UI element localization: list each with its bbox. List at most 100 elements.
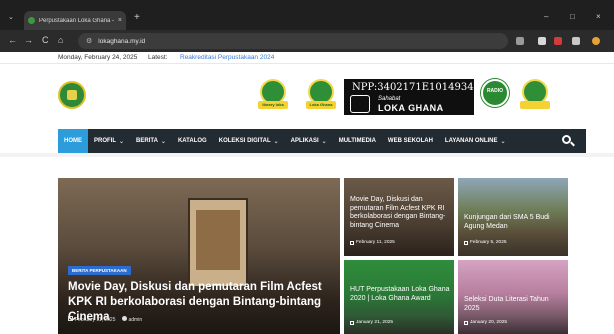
poster-image [188,198,248,288]
chevron-down-icon: ⌄ [160,138,166,145]
badge-label [520,101,550,109]
new-tab-button[interactable]: + [134,12,140,23]
calendar-icon [464,320,468,325]
post-date-text: February 11, 2025 [75,317,116,323]
site-logo[interactable] [58,81,86,109]
post-date: February 11, 2025 [68,316,116,323]
card-title[interactable]: Seleksi Duta Literasi Tahun 2025 [464,296,564,313]
badge-label: Loka Ghana [306,101,336,109]
badge-label: library loka [258,101,288,109]
nav-label: KATALOG [177,138,207,144]
npp-number: NPP:3402171E1014934 [352,82,474,93]
npp-banner: NPP:3402171E1014934 Sahabat LOKA GHANA [344,79,474,115]
browser-tabbar: ⌄ Perpustakaan Loka Ghana – Sl... × + – … [0,0,614,30]
nav-item-home[interactable]: HOME [58,129,88,153]
post-meta: February 11, 2025 admin [68,316,142,323]
address-bar-row: ← → C ⌂ ⚙ lokaghana.my.id [0,30,614,52]
card-date: February 11, 2025 [356,240,395,245]
calendar-icon [68,316,73,321]
nav-item-aplikasi[interactable]: APLIKASI ⌄ [285,129,333,153]
nav-label: APLIKASI [290,138,319,144]
post-author-text: admin [128,317,143,323]
featured-post[interactable]: BERITA PERPUSTAKAAN Movie Day, Diskusi d… [58,178,340,334]
card-title[interactable]: HUT Perpustakaan Loka Ghana 2020 | Loka … [350,286,450,303]
news-card[interactable]: HUT Perpustakaan Loka Ghana 2020 | Loka … [344,260,454,334]
extension-icon[interactable] [538,37,546,45]
profile-avatar[interactable] [592,37,600,45]
minimize-button[interactable]: – [544,12,548,21]
nav-label: WEB SEKOLAH [387,138,433,144]
latest-news-link[interactable]: Reakreditasi Perpustakaan 2024 [180,54,274,61]
latest-label: Latest: [148,54,168,61]
nav-label: KOLEKSI DIGITAL [218,138,271,144]
radio-label: RADIO [486,88,504,94]
maximize-button[interactable]: □ [570,12,575,21]
nav-item-multimedia[interactable]: MULTIMEDIA [333,129,382,153]
bookmark-icon[interactable] [516,37,524,45]
chevron-down-icon: ⌄ [500,138,506,145]
tab-title: Perpustakaan Loka Ghana – Sl... [39,17,114,24]
card-date: January 21, 2025 [356,320,394,325]
tab-close-icon[interactable]: × [118,17,122,24]
tab-list-icon[interactable]: ⌄ [8,13,14,21]
extensions-puzzle-icon[interactable] [572,37,580,45]
browser-tab[interactable]: Perpustakaan Loka Ghana – Sl... × [24,11,126,30]
site-favicon-icon [28,17,35,24]
nav-label: MULTIMEDIA [338,138,376,144]
nav-item-layanan-online[interactable]: LAYANAN ONLINE ⌄ [439,129,512,153]
calendar-icon [350,320,354,325]
card-meta: January 21, 2025 [350,320,393,325]
card-meta: February 11, 2025 [350,240,395,245]
calendar-icon [350,240,354,245]
loka-ghana-badge: Loka Ghana [306,79,336,113]
nav-label: BERITA [136,138,158,144]
card-meta: January 20, 2025 [464,320,507,325]
nav-label: HOME [64,138,82,144]
forward-button[interactable]: → [24,35,33,45]
library-loka-badge: library loka [258,79,288,113]
main-nav: HOME PROFIL ⌄ BERITA ⌄ KATALOG KOLEKSI DIG… [58,129,586,153]
nav-item-koleksi-digital[interactable]: KOLEKSI DIGITAL ⌄ [213,129,285,153]
post-author[interactable]: admin [121,316,143,323]
close-window-button[interactable]: × [596,12,601,21]
category-badge[interactable]: BERITA PERPUSTAKAAN [68,266,131,275]
site-header: library loka Loka Ghana NPP:3402171E1014… [0,65,614,127]
nav-item-katalog[interactable]: KATALOG [172,129,213,153]
nav-label: LAYANAN ONLINE [444,138,498,144]
back-button[interactable]: ← [8,35,17,45]
search-icon[interactable] [562,135,575,147]
divider [0,153,614,157]
news-card[interactable]: Kunjungan dari SMA 5 Budi Agung Medan Fe… [458,178,568,256]
chevron-down-icon: ⌄ [119,138,125,145]
extension-icon[interactable] [554,37,562,45]
chevron-down-icon: ⌄ [273,138,279,145]
top-info-bar: Monday, February 24, 2025 Latest: Reakre… [0,52,614,64]
partner-badge [520,79,550,113]
npp-tagline: Sahabat [378,96,401,102]
nav-label: PROFIL [94,138,116,144]
chevron-down-icon: ⌄ [321,138,327,145]
url-text: lokaghana.my.id [98,37,146,45]
nav-item-profil[interactable]: PROFIL ⌄ [88,129,130,153]
nav-item-berita[interactable]: BERITA ⌄ [130,129,172,153]
card-date: February 5, 2025 [470,240,507,245]
calendar-icon [464,240,468,245]
home-button[interactable]: ⌂ [58,35,63,45]
card-meta: February 5, 2025 [464,240,507,245]
current-date: Monday, February 24, 2025 [58,54,138,61]
poster-art [196,210,240,270]
url-input[interactable]: ⚙ lokaghana.my.id [78,33,508,49]
card-date: January 20, 2025 [470,320,508,325]
reload-button[interactable]: C [42,35,49,45]
site-settings-icon[interactable]: ⚙ [86,37,92,45]
card-title[interactable]: Movie Day, Diskusi dan pemutaran Film Ac… [350,196,450,230]
card-title[interactable]: Kunjungan dari SMA 5 Budi Agung Medan [464,214,564,231]
news-card[interactable]: Movie Day, Diskusi dan pemutaran Film Ac… [344,178,454,256]
nav-item-web-sekolah[interactable]: WEB SEKOLAH [382,129,439,153]
search-icon-handle [570,141,575,147]
seal-icon [350,95,370,113]
news-card[interactable]: Seleksi Duta Literasi Tahun 2025 January… [458,260,568,334]
user-icon [121,316,127,321]
radio-logo[interactable]: RADIO [478,79,512,115]
npp-name: LOKA GHANA [378,103,444,113]
